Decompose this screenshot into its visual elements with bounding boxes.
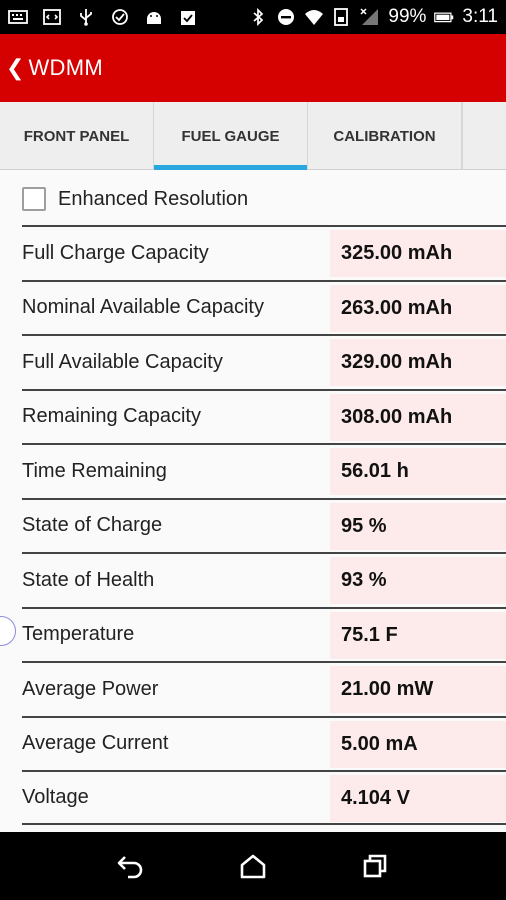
table-row: State of Charge 95 % bbox=[22, 497, 506, 553]
table-row: Average Power 21.00 mW bbox=[22, 661, 506, 716]
reading-value: 5.00 mA bbox=[330, 720, 506, 768]
reading-value: 56.01 h bbox=[330, 448, 506, 495]
fuel-gauge-panel: Enhanced Resolution Full Charge Capacity… bbox=[0, 170, 506, 832]
back-arrow-icon bbox=[117, 856, 143, 879]
sim-icon bbox=[332, 8, 352, 26]
reading-value: 93 % bbox=[330, 557, 506, 604]
table-row: Average Current 5.00 mA bbox=[22, 715, 506, 771]
home-button[interactable] bbox=[233, 846, 273, 886]
tab-front-panel[interactable]: FRONT PANEL bbox=[0, 102, 154, 170]
app-bar: ❮ WDMM bbox=[0, 34, 506, 102]
signal-icon bbox=[360, 8, 380, 26]
tab-calibration[interactable]: CALIBRATION bbox=[308, 102, 462, 170]
readings-table: Full Charge Capacity 325.00 mAh Nominal … bbox=[22, 225, 506, 825]
reading-label: Average Current bbox=[22, 732, 169, 755]
reading-value: 95 % bbox=[330, 502, 506, 550]
recents-icon bbox=[363, 854, 387, 878]
table-row: Time Remaining 56.01 h bbox=[22, 443, 506, 498]
home-icon bbox=[240, 854, 266, 879]
reading-label: Full Charge Capacity bbox=[22, 241, 209, 264]
table-row: Voltage 4.104 V bbox=[22, 770, 506, 825]
do-not-disturb-icon bbox=[276, 8, 296, 26]
table-row: Nominal Available Capacity 263.00 mAh bbox=[22, 279, 506, 335]
table-row: State of Health 93 % bbox=[22, 552, 506, 607]
developer-icon bbox=[42, 8, 62, 26]
enhanced-resolution-checkbox[interactable] bbox=[22, 187, 46, 211]
reading-value: 325.00 mAh bbox=[330, 230, 506, 277]
reading-label: Temperature bbox=[22, 623, 135, 646]
reading-label: State of Health bbox=[22, 568, 155, 591]
app-title[interactable]: WDMM bbox=[28, 55, 103, 81]
clock: 3:11 bbox=[462, 6, 498, 27]
battery-icon bbox=[434, 8, 454, 26]
reading-label: Voltage bbox=[22, 785, 89, 808]
table-row: Full Charge Capacity 325.00 mAh bbox=[22, 225, 506, 280]
back-chevron-icon[interactable]: ❮ bbox=[6, 55, 24, 81]
sync-icon bbox=[110, 8, 130, 26]
navigation-bar bbox=[0, 832, 506, 900]
reading-value: 21.00 mW bbox=[330, 666, 506, 713]
wifi-icon bbox=[304, 8, 324, 26]
fast-scroll-handle[interactable] bbox=[0, 616, 16, 646]
notification-icons bbox=[8, 8, 198, 26]
back-button[interactable] bbox=[111, 846, 151, 886]
keyboard-icon bbox=[8, 8, 28, 26]
battery-percent: 99% bbox=[388, 6, 427, 27]
tab-bar: FRONT PANEL FUEL GAUGE CALIBRATION bbox=[0, 102, 506, 170]
reading-label: Remaining Capacity bbox=[22, 405, 201, 428]
tab-overflow bbox=[462, 102, 506, 169]
reading-label: Average Power bbox=[22, 677, 159, 700]
reading-label: Time Remaining bbox=[22, 459, 167, 482]
system-status: 99% 3:11 bbox=[248, 6, 498, 28]
reading-label: State of Charge bbox=[22, 514, 163, 537]
status-bar: 99% 3:11 bbox=[0, 0, 506, 34]
reading-value: 329.00 mAh bbox=[330, 339, 506, 386]
usb-icon bbox=[76, 8, 96, 26]
reading-value: 4.104 V bbox=[330, 775, 506, 822]
android-icon bbox=[144, 8, 164, 26]
reading-value: 308.00 mAh bbox=[330, 393, 506, 441]
enhanced-resolution-label: Enhanced Resolution bbox=[58, 187, 249, 210]
table-row: Remaining Capacity 308.00 mAh bbox=[22, 388, 506, 444]
tab-fuel-gauge[interactable]: FUEL GAUGE bbox=[154, 102, 308, 170]
bluetooth-icon bbox=[248, 8, 268, 26]
clipboard-icon bbox=[178, 8, 198, 26]
reading-value: 75.1 F bbox=[330, 611, 506, 659]
recents-button[interactable] bbox=[355, 846, 395, 886]
table-row: Temperature 75.1 F bbox=[22, 606, 506, 662]
table-row: Full Available Capacity 329.00 mAh bbox=[22, 334, 506, 389]
reading-value: 263.00 mAh bbox=[330, 284, 506, 332]
reading-label: Nominal Available Capacity bbox=[22, 296, 264, 319]
enhanced-resolution-option[interactable]: Enhanced Resolution bbox=[22, 184, 248, 214]
reading-label: Full Available Capacity bbox=[22, 350, 223, 373]
